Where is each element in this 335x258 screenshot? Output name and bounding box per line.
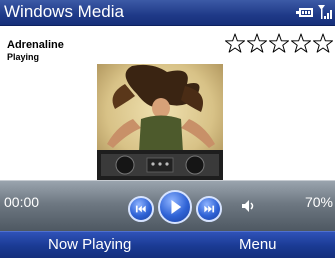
play-icon (171, 199, 182, 215)
rating-star-icon[interactable] (246, 33, 268, 53)
album-art (97, 64, 223, 180)
previous-button[interactable] (128, 196, 154, 222)
playback-controls: 00:00 70% (0, 180, 335, 231)
rating-star-icon[interactable] (290, 33, 312, 53)
now-playing-softkey[interactable]: Now Playing (48, 236, 131, 253)
star-rating[interactable] (224, 33, 335, 55)
skip-next-icon (204, 205, 215, 213)
signal-strength-icon (318, 5, 332, 19)
title-bar: Windows Media (0, 0, 335, 26)
rating-star-icon[interactable] (224, 33, 246, 53)
rating-star-icon[interactable] (312, 33, 334, 53)
volume-level: 70% (304, 194, 333, 210)
playback-status: Playing (7, 52, 40, 62)
skip-previous-icon (135, 205, 146, 213)
track-title: Adrenaline (7, 39, 64, 51)
menu-softkey[interactable]: Menu (239, 236, 277, 253)
battery-icon (296, 8, 313, 17)
rating-star-icon[interactable] (268, 33, 290, 53)
speaker-icon[interactable] (240, 198, 256, 214)
now-playing-panel: Adrenaline Playing (0, 26, 335, 180)
play-button[interactable] (158, 190, 192, 224)
elapsed-time: 00:00 (4, 194, 40, 210)
softkey-bar: Now Playing Menu (0, 231, 335, 258)
app-title: Windows Media (4, 2, 124, 21)
next-button[interactable] (196, 196, 222, 222)
